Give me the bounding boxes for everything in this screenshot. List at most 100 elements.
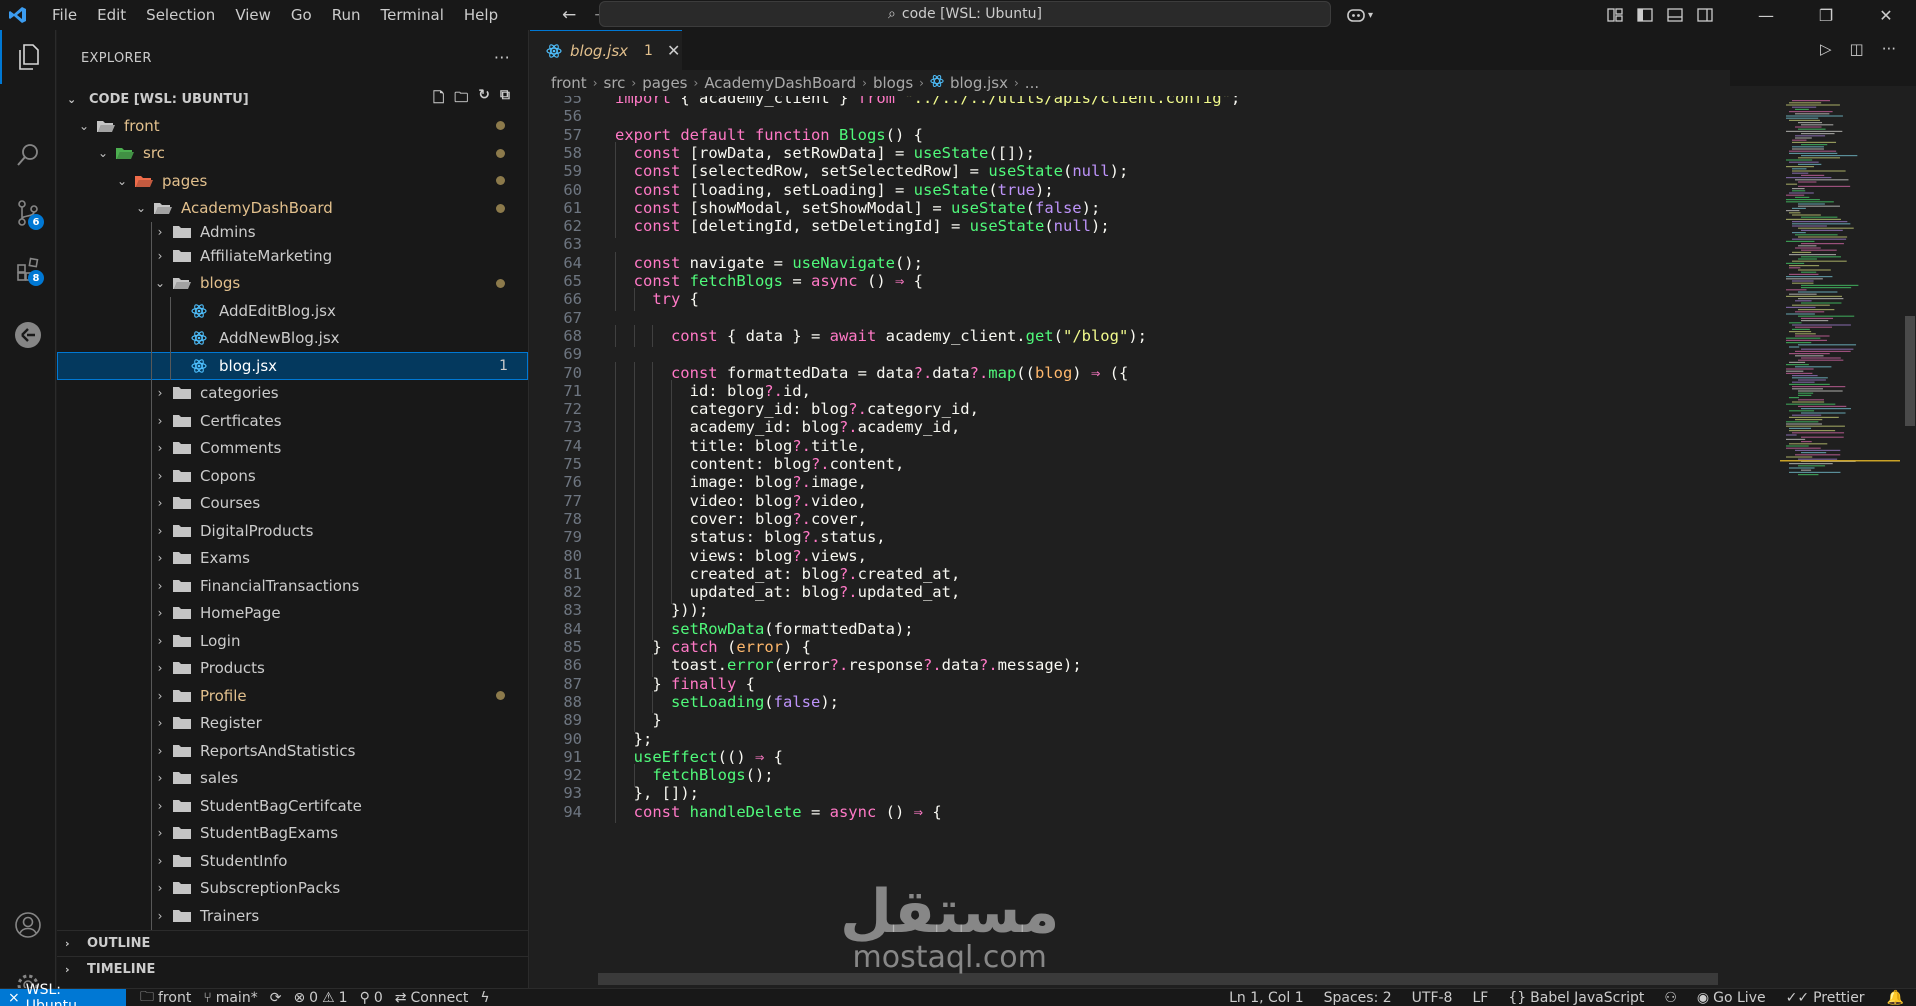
- copilot-status-icon[interactable]: ⚇: [1658, 989, 1683, 1006]
- line-ending[interactable]: LF: [1466, 989, 1494, 1006]
- language-mode[interactable]: {} Babel JavaScript: [1502, 989, 1650, 1006]
- command-center-search[interactable]: ⌕ code [WSL: Ubuntu]: [599, 1, 1331, 27]
- minimap-line: [1792, 238, 1847, 240]
- menu-run[interactable]: Run: [322, 0, 371, 30]
- breadcrumb-item[interactable]: blogs: [873, 74, 913, 92]
- folder-item-academydashboard[interactable]: ⌄ AcademyDashBoard: [57, 195, 528, 223]
- sync-icon[interactable]: ⟳: [264, 989, 288, 1006]
- ports-indicator[interactable]: ⚲ 0: [354, 989, 389, 1006]
- workspace-section-header[interactable]: ⌄ CODE [WSL: UBUNTU] 🗋 🗀 ↻ ⧉: [57, 86, 528, 112]
- refresh-icon[interactable]: ↻: [478, 87, 490, 111]
- folder-item-src[interactable]: ⌄ src: [57, 140, 528, 168]
- toggle-panel-icon[interactable]: [1660, 0, 1690, 30]
- folder-item-login[interactable]: › Login: [57, 627, 528, 655]
- close-tab-icon[interactable]: ✕: [667, 41, 680, 60]
- extensions-icon[interactable]: 8: [0, 242, 56, 296]
- toggle-sidebar-icon[interactable]: [1630, 0, 1660, 30]
- outline-section-header[interactable]: › OUTLINE: [57, 930, 529, 956]
- menu-terminal[interactable]: Terminal: [371, 0, 454, 30]
- remote-explorer-icon[interactable]: [0, 308, 56, 362]
- menu-help[interactable]: Help: [454, 0, 508, 30]
- menu-edit[interactable]: Edit: [87, 0, 136, 30]
- tab-blog-jsx[interactable]: blog.jsx 1 ✕: [530, 30, 682, 70]
- breadcrumb-item[interactable]: blog.jsx: [950, 74, 1008, 92]
- folder-item-copons[interactable]: › Copons: [57, 462, 528, 490]
- remote-indicator[interactable]: ⨯ WSL: Ubuntu: [0, 982, 126, 1006]
- encoding[interactable]: UTF-8: [1406, 989, 1459, 1006]
- breadcrumb-item[interactable]: ...: [1025, 74, 1039, 92]
- copilot-button[interactable]: ▾: [1346, 0, 1373, 30]
- menu-go[interactable]: Go: [281, 0, 322, 30]
- search-icon[interactable]: [0, 128, 56, 182]
- toggle-secondary-sidebar-icon[interactable]: [1690, 0, 1720, 30]
- folder-item-blogs[interactable]: ⌄ blogs: [57, 269, 528, 297]
- breadcrumb-item[interactable]: pages: [642, 74, 687, 92]
- code-editor[interactable]: 55 import { academy_client } from "../../…: [530, 96, 1780, 988]
- code-token: catch: [670, 638, 727, 656]
- folder-item-digitalproducts[interactable]: › DigitalProducts: [57, 517, 528, 545]
- source-control-icon[interactable]: 6: [0, 186, 56, 240]
- folder-item-products[interactable]: › Products: [57, 654, 528, 682]
- folder-item-admins[interactable]: › Admins: [57, 222, 528, 242]
- folder-item-trainers[interactable]: › Trainers: [57, 902, 528, 930]
- folder-item-reportsandstatistics[interactable]: › ReportsAndStatistics: [57, 737, 528, 765]
- restore-icon[interactable]: ❐: [1796, 0, 1856, 30]
- problems-indicator[interactable]: ⊗ 0 ⚠ 1: [287, 989, 353, 1006]
- customize-layout-icon[interactable]: [1600, 0, 1630, 30]
- folder-item-exams[interactable]: › Exams: [57, 544, 528, 572]
- folder-item-comments[interactable]: › Comments: [57, 434, 528, 462]
- folder-item-financialtransactions[interactable]: › FinancialTransactions: [57, 572, 528, 600]
- account-icon[interactable]: [0, 898, 56, 952]
- close-window-icon[interactable]: ✕: [1856, 0, 1916, 30]
- more-actions-icon[interactable]: ···: [494, 48, 510, 67]
- horizontal-scrollbar[interactable]: [598, 973, 1718, 985]
- breadcrumb-item[interactable]: src: [604, 74, 626, 92]
- connect-button[interactable]: ⇄ Connect: [389, 989, 475, 1006]
- more-actions-icon[interactable]: ···: [1882, 40, 1896, 58]
- run-icon[interactable]: ▷: [1820, 40, 1832, 58]
- folder-item-studentinfo[interactable]: › StudentInfo: [57, 847, 528, 875]
- timeline-section-header[interactable]: › TIMELINE: [57, 956, 529, 982]
- folder-item-profile[interactable]: › Profile: [57, 682, 528, 710]
- folder-item-studentbagexams[interactable]: › StudentBagExams: [57, 819, 528, 847]
- folder-indicator[interactable]: 🗀 front: [134, 989, 197, 1006]
- minimize-icon[interactable]: —: [1736, 0, 1796, 30]
- folder-item-homepage[interactable]: › HomePage: [57, 599, 528, 627]
- folder-item-pages[interactable]: ⌄ pages: [57, 167, 528, 195]
- folder-item-certficates[interactable]: › Certficates: [57, 407, 528, 435]
- menu-selection[interactable]: Selection: [136, 0, 225, 30]
- new-folder-icon[interactable]: 🗀: [454, 87, 468, 111]
- double-check-icon: ✓✓: [1785, 990, 1810, 1006]
- file-item-blog-jsx[interactable]: blog.jsx 1: [57, 352, 528, 380]
- breadcrumb-item[interactable]: AcademyDashBoard: [704, 74, 856, 92]
- menu-view[interactable]: View: [225, 0, 281, 30]
- notifications-bell-icon[interactable]: 🔔: [1881, 989, 1910, 1006]
- file-item-addnewblog-jsx[interactable]: AddNewBlog.jsx: [57, 324, 528, 352]
- cursor-position[interactable]: Ln 1, Col 1: [1223, 989, 1310, 1006]
- folder-item-front[interactable]: ⌄ front: [57, 112, 528, 140]
- folder-item-affiliatemarketing[interactable]: › AffiliateMarketing: [57, 242, 528, 270]
- prettier-status[interactable]: ✓✓ Prettier: [1780, 989, 1871, 1006]
- go-live-button[interactable]: ◉ Go Live: [1691, 989, 1772, 1006]
- editor-scrollbar[interactable]: [1902, 96, 1916, 988]
- file-item-addeditblog-jsx[interactable]: AddEditBlog.jsx: [57, 297, 528, 325]
- menu-file[interactable]: File: [42, 0, 87, 30]
- split-editor-icon[interactable]: ◫: [1850, 40, 1864, 58]
- folder-item-categories[interactable]: › categories: [57, 379, 528, 407]
- minimap[interactable]: [1780, 96, 1900, 988]
- folder-item-studentbagcertifcate[interactable]: › StudentBagCertifcate: [57, 792, 528, 820]
- lightning-icon[interactable]: ϟ: [474, 989, 495, 1006]
- code-token: );: [1128, 326, 1147, 345]
- folder-item-courses[interactable]: › Courses: [57, 489, 528, 517]
- explorer-icon[interactable]: [0, 30, 56, 84]
- folder-item-register[interactable]: › Register: [57, 709, 528, 737]
- collapse-all-icon[interactable]: ⧉: [500, 87, 510, 111]
- breadcrumb-item[interactable]: front: [551, 74, 587, 92]
- folder-item-sales[interactable]: › sales: [57, 764, 528, 792]
- folder-item-subscreptionpacks[interactable]: › SubscreptionPacks: [57, 874, 528, 902]
- back-arrow-icon[interactable]: ←: [562, 5, 576, 25]
- branch-indicator[interactable]: ⑂ main*: [197, 989, 263, 1006]
- new-file-icon[interactable]: 🗋: [433, 87, 444, 111]
- scrollbar-thumb[interactable]: [1905, 316, 1915, 426]
- indentation[interactable]: Spaces: 2: [1318, 989, 1398, 1006]
